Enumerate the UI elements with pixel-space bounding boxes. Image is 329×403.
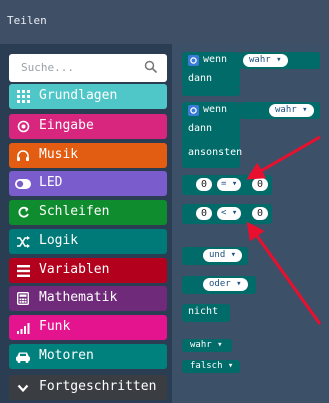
category-schleifen[interactable]: Schleifen (9, 200, 167, 225)
category-led[interactable]: LED (9, 171, 167, 196)
category-label: Grundlagen (39, 88, 118, 103)
category-label: Variablen (39, 262, 110, 277)
search-icon[interactable] (144, 60, 158, 74)
category-label: Motoren (39, 348, 94, 363)
category-musik[interactable]: Musik (9, 143, 167, 168)
blocks-flyout: wenn wahr ▾ dann wenn wahr ▾ dann ansons… (172, 44, 329, 403)
top-bar: Teilen (0, 0, 329, 44)
category-eingabe[interactable]: Eingabe (9, 114, 167, 139)
list-icon (15, 263, 31, 278)
category-logik[interactable]: Logik (9, 229, 167, 254)
category-label: Eingabe (39, 118, 94, 133)
headphones-icon (15, 148, 31, 163)
annotation-arrows (246, 135, 322, 325)
category-grundlagen[interactable]: Grundlagen (9, 84, 167, 109)
category-label: Schleifen (39, 204, 110, 219)
category-label: Logik (39, 233, 79, 248)
category-label: Mathematik (39, 290, 118, 305)
calculator-icon (15, 291, 31, 306)
category-fortgeschritten[interactable]: Fortgeschritten (9, 375, 167, 400)
category-funk[interactable]: Funk (9, 315, 167, 340)
car-icon (15, 349, 31, 364)
arrow-to-less-than (246, 221, 322, 325)
search-placeholder: Suche... (21, 61, 74, 74)
toggle-icon (15, 176, 31, 191)
toolbox: Suche... Grundlagen Eingabe Musik LED Sc… (0, 44, 172, 403)
chevron-down-icon (15, 380, 31, 395)
share-label[interactable]: Teilen (7, 14, 47, 27)
arrow-to-equals (246, 135, 321, 180)
category-label: LED (39, 175, 63, 190)
category-label: Funk (39, 319, 71, 334)
category-label: Musik (39, 147, 79, 162)
signal-icon (15, 320, 31, 335)
category-mathematik[interactable]: Mathematik (9, 286, 167, 311)
target-icon (15, 119, 31, 134)
category-motoren[interactable]: Motoren (9, 344, 167, 369)
grid-icon (15, 89, 31, 104)
loop-icon (15, 205, 31, 220)
search-box[interactable]: Suche... (9, 54, 167, 82)
category-label: Fortgeschritten (39, 379, 157, 394)
category-variablen[interactable]: Variablen (9, 258, 167, 283)
shuffle-icon (15, 234, 31, 249)
